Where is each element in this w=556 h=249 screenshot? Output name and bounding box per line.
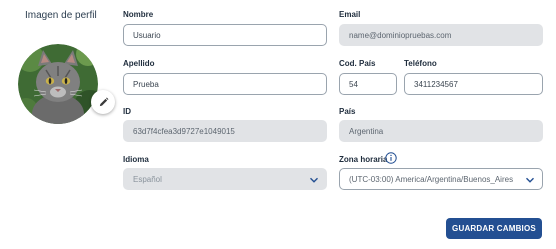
- email-field: name@dominiopruebas.com: [339, 24, 543, 46]
- zona-horaria-select[interactable]: (UTC-03:00) America/Argentina/Buenos_Air…: [339, 168, 543, 190]
- id-field: 63d7f4cfea3d9727e1049015: [123, 120, 327, 142]
- chevron-down-icon: [526, 177, 534, 183]
- chevron-down-icon: [310, 177, 318, 183]
- edit-avatar-button[interactable]: [91, 90, 115, 114]
- nombre-field[interactable]: Usuario: [123, 24, 327, 46]
- apellido-field[interactable]: Prueba: [123, 73, 327, 95]
- zona-horaria-selected-value: (UTC-03:00) America/Argentina/Buenos_Air…: [349, 174, 514, 184]
- email-label: Email: [339, 10, 361, 19]
- idioma-label: Idioma: [123, 155, 149, 164]
- avatar-container: [18, 44, 115, 124]
- info-icon[interactable]: [385, 152, 397, 164]
- telefono-label: Teléfono: [404, 59, 437, 68]
- idioma-select[interactable]: Español: [123, 168, 327, 190]
- nombre-label: Nombre: [123, 10, 154, 19]
- profile-image-title: Imagen de perfil: [25, 10, 97, 21]
- idioma-selected-value: Español: [133, 174, 162, 184]
- apellido-label: Apellido: [123, 59, 155, 68]
- pais-field: Argentina: [339, 120, 543, 142]
- zona-horaria-label: Zona horaria: [339, 155, 388, 164]
- pencil-icon: [99, 97, 108, 106]
- telefono-field[interactable]: 3411234567: [404, 73, 543, 95]
- id-label: ID: [123, 107, 131, 116]
- avatar: [18, 44, 98, 124]
- pais-label: País: [339, 107, 356, 116]
- save-changes-button[interactable]: GUARDAR CAMBIOS: [446, 218, 542, 239]
- cod-pais-label: Cod. País: [339, 59, 376, 68]
- cod-pais-field[interactable]: 54: [339, 73, 397, 95]
